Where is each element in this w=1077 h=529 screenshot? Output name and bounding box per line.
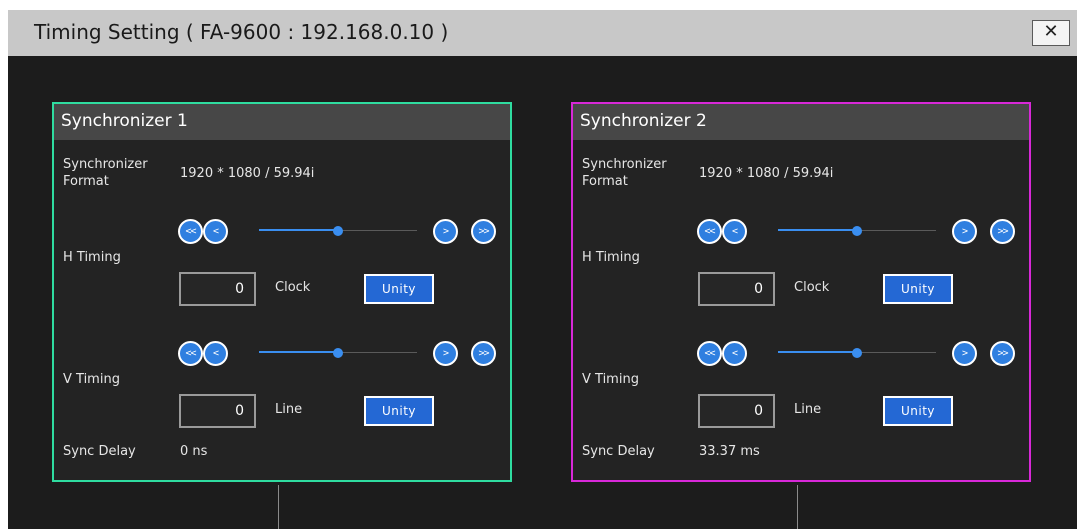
v-fast-back-button[interactable]: << <box>697 341 722 366</box>
v-forward-button[interactable]: > <box>433 341 458 366</box>
v-timing-input[interactable]: 0 <box>698 394 775 428</box>
v-fast-forward-button[interactable]: >> <box>990 341 1015 366</box>
format-value: 1920 * 1080 / 59.94i <box>699 166 834 181</box>
h-timing-slider[interactable] <box>259 225 417 237</box>
v-timing-slider[interactable] <box>259 347 417 359</box>
panel-title: Synchronizer 1 <box>61 111 188 131</box>
h-timing-unit: Clock <box>275 280 311 295</box>
slider-thumb[interactable] <box>852 348 862 358</box>
sync-delay-value: 33.37 ms <box>699 444 760 459</box>
h-fast-back-button[interactable]: << <box>178 219 203 244</box>
format-value: 1920 * 1080 / 59.94i <box>180 166 315 181</box>
v-unity-button[interactable]: Unity <box>364 396 434 426</box>
v-timing-unit: Line <box>275 402 303 417</box>
v-back-button[interactable]: < <box>722 341 747 366</box>
h-timing-unit: Clock <box>794 280 830 295</box>
sync-delay-label: Sync Delay <box>63 444 136 459</box>
title-bar: Timing Setting ( FA-9600 : 192.168.0.10 … <box>8 10 1077 56</box>
panel-title: Synchronizer 2 <box>580 111 707 131</box>
v-back-button[interactable]: < <box>203 341 228 366</box>
h-fast-back-button[interactable]: << <box>697 219 722 244</box>
v-fast-back-button[interactable]: << <box>178 341 203 366</box>
format-label: Synchronizer Format <box>63 157 148 189</box>
h-unity-button[interactable]: Unity <box>364 274 434 304</box>
slider-thumb[interactable] <box>852 226 862 236</box>
sync-delay-label: Sync Delay <box>582 444 655 459</box>
h-timing-label: H Timing <box>582 250 640 265</box>
slider-fill <box>778 229 857 231</box>
sync-delay-value: 0 ns <box>180 444 208 459</box>
connector-line-1 <box>278 485 279 529</box>
connector-line-2 <box>797 485 798 529</box>
h-unity-button[interactable]: Unity <box>883 274 953 304</box>
h-back-button[interactable]: < <box>203 219 228 244</box>
slider-fill <box>259 229 338 231</box>
h-timing-input[interactable]: 0 <box>698 272 775 306</box>
slider-fill <box>259 351 338 353</box>
timing-setting-window: Timing Setting ( FA-9600 : 192.168.0.10 … <box>8 10 1077 529</box>
window-title: Timing Setting ( FA-9600 : 192.168.0.10 … <box>34 20 449 44</box>
v-timing-unit: Line <box>794 402 822 417</box>
h-forward-button[interactable]: > <box>433 219 458 244</box>
panel-header: Synchronizer 2 <box>573 104 1029 140</box>
format-label: Synchronizer Format <box>582 157 667 189</box>
h-fast-forward-button[interactable]: >> <box>471 219 496 244</box>
v-fast-forward-button[interactable]: >> <box>471 341 496 366</box>
v-forward-button[interactable]: > <box>952 341 977 366</box>
close-button[interactable]: ✕ <box>1032 20 1070 46</box>
v-unity-button[interactable]: Unity <box>883 396 953 426</box>
panel-header: Synchronizer 1 <box>54 104 510 140</box>
synchronizer-1-panel: Synchronizer 1 Synchronizer Format 1920 … <box>52 102 512 482</box>
v-timing-input[interactable]: 0 <box>179 394 256 428</box>
h-forward-button[interactable]: > <box>952 219 977 244</box>
h-back-button[interactable]: < <box>722 219 747 244</box>
h-timing-input[interactable]: 0 <box>179 272 256 306</box>
slider-thumb[interactable] <box>333 226 343 236</box>
h-fast-forward-button[interactable]: >> <box>990 219 1015 244</box>
h-timing-slider[interactable] <box>778 225 936 237</box>
synchronizer-2-panel: Synchronizer 2 Synchronizer Format 1920 … <box>571 102 1031 482</box>
v-timing-slider[interactable] <box>778 347 936 359</box>
h-timing-label: H Timing <box>63 250 121 265</box>
slider-fill <box>778 351 857 353</box>
slider-thumb[interactable] <box>333 348 343 358</box>
v-timing-label: V Timing <box>582 372 639 387</box>
v-timing-label: V Timing <box>63 372 120 387</box>
